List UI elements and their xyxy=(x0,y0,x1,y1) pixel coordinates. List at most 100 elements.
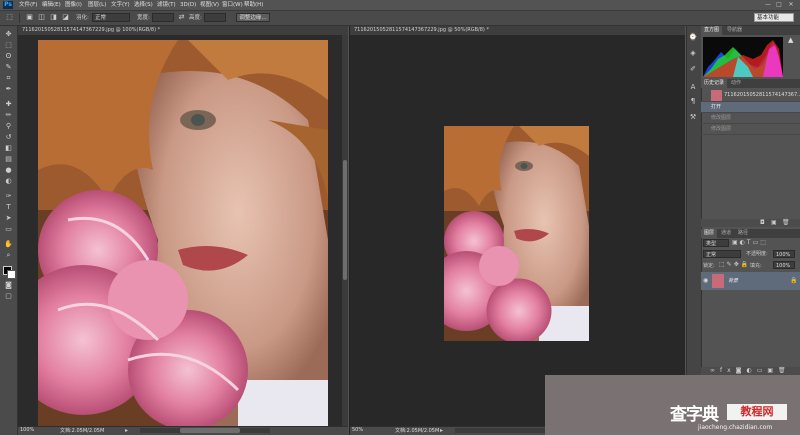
clone-stamp-tool-icon[interactable]: ⚲ xyxy=(3,122,14,131)
intersect-selection-icon[interactable]: ◪ xyxy=(60,13,71,22)
document-tab-2[interactable]: 71162015052811574147367229.jpg @ 50%(RGB… xyxy=(350,26,685,35)
menu-image[interactable]: 图像(I) xyxy=(65,1,82,9)
menu-3d[interactable]: 3D(D) xyxy=(180,1,196,9)
layer-kind-filter[interactable]: 类型 xyxy=(703,239,729,247)
history-snapshot-thumb xyxy=(711,90,722,101)
move-tool-icon[interactable]: ✥ xyxy=(3,30,14,39)
paragraph-panel-icon[interactable]: ¶ xyxy=(688,96,698,106)
close-button[interactable]: ✕ xyxy=(787,1,795,8)
history-panel-icon[interactable]: ⌚ xyxy=(688,32,698,42)
tab-channels[interactable]: 通道 xyxy=(718,229,734,238)
history-item-2-label: 修改图层 xyxy=(711,115,732,121)
history-item-3-label: 修改图层 xyxy=(711,126,732,132)
color-panel-icon[interactable]: ◈ xyxy=(688,48,698,58)
width-label: 宽度: xyxy=(137,15,150,21)
pen-tool-icon[interactable]: ✑ xyxy=(3,192,14,201)
watermark-title: 查字典 xyxy=(670,405,719,425)
status-arrow-icon[interactable]: ▸ xyxy=(125,427,135,434)
zoom-level-1[interactable]: 100% xyxy=(20,427,34,433)
menu-filter[interactable]: 滤镜(T) xyxy=(157,1,176,9)
new-document-icon[interactable]: ▣ xyxy=(771,219,777,226)
fill-input[interactable]: 100% xyxy=(773,261,795,269)
photo-small xyxy=(444,126,589,341)
menu-file[interactable]: 文件(F) xyxy=(19,1,37,9)
lock-icons[interactable]: ⬚✎✥🔒 xyxy=(719,261,750,268)
vertical-scrollbar-thumb-1[interactable] xyxy=(343,160,347,280)
background-color-swatch[interactable] xyxy=(7,270,16,279)
new-selection-icon[interactable]: ▣ xyxy=(24,13,35,22)
feather-label: 羽化: xyxy=(76,15,89,21)
height-input[interactable] xyxy=(204,13,226,22)
refine-edge-button[interactable]: 调整边缘... xyxy=(236,13,270,22)
layer-visibility-eye-icon[interactable]: ◉ xyxy=(703,277,708,284)
opacity-input[interactable]: 100% xyxy=(773,250,795,258)
layers-footer-icons[interactable]: ∞fx◙◐▭▣🗑 xyxy=(710,367,791,374)
menu-window[interactable]: 窗口(W) xyxy=(222,1,243,9)
zoom-tool-icon[interactable]: ⌕ xyxy=(3,251,14,260)
tab-histogram[interactable]: 直方图 xyxy=(701,26,723,35)
screen-mode-icon[interactable]: ▢ xyxy=(3,292,14,301)
lock-label: 锁定: xyxy=(703,263,715,269)
quick-select-tool-icon[interactable]: ✎ xyxy=(3,63,14,72)
menu-help[interactable]: 帮助(H) xyxy=(244,1,263,9)
healing-tool-icon[interactable]: ✚ xyxy=(3,100,14,109)
blur-tool-icon[interactable]: ● xyxy=(3,166,14,175)
layer-filter-icons[interactable]: ▣◐T▭⬚ xyxy=(732,239,768,246)
menu-select[interactable]: 选择(S) xyxy=(134,1,153,9)
portrait-image-small xyxy=(444,126,589,341)
horizontal-scrollbar-2[interactable] xyxy=(455,428,545,433)
brush-panel-icon[interactable]: ✐ xyxy=(688,64,698,74)
eraser-tool-icon[interactable]: ◧ xyxy=(3,144,14,153)
history-item-open-label: 打开 xyxy=(711,104,722,110)
delete-state-icon[interactable]: 🗑 xyxy=(782,219,790,226)
brush-tool-icon[interactable]: ✏ xyxy=(3,111,14,120)
document-tab-1[interactable]: 71162015052811574147367229.jpg @ 100%(RG… xyxy=(18,26,348,35)
tab-history[interactable]: 历史记录 xyxy=(701,79,728,88)
tab-navigator[interactable]: 导航器 xyxy=(724,26,745,35)
minimize-button[interactable]: — xyxy=(764,1,772,8)
marquee-tool-preset-icon[interactable]: ⬚ xyxy=(4,13,15,22)
crop-tool-icon[interactable]: ⌗ xyxy=(3,74,14,83)
quick-mask-icon[interactable]: ◙ xyxy=(3,281,14,290)
watermark-url: jiaocheng.chazidian.com xyxy=(698,424,773,431)
layer-name[interactable]: 背景 xyxy=(728,272,738,290)
maximize-button[interactable]: □ xyxy=(775,1,783,8)
shape-tool-icon[interactable]: ▭ xyxy=(3,225,14,234)
history-snapshot-label: 71162015052811574147367... xyxy=(724,92,800,98)
layer-thumbnail xyxy=(712,274,724,288)
hand-tool-icon[interactable]: ✋ xyxy=(3,240,14,249)
menu-type[interactable]: 文字(Y) xyxy=(111,1,130,9)
lasso-tool-icon[interactable]: ʘ xyxy=(3,52,14,61)
tab-paths[interactable]: 路径 xyxy=(735,229,751,238)
tools-preset-icon[interactable]: ⚒ xyxy=(688,112,698,122)
zoom-level-2[interactable]: 50% xyxy=(352,427,363,433)
character-panel-icon[interactable]: A xyxy=(688,82,698,92)
path-select-tool-icon[interactable]: ➤ xyxy=(3,214,14,223)
history-brush-tool-icon[interactable]: ↺ xyxy=(3,133,14,142)
tab-actions[interactable]: 动作 xyxy=(728,79,744,88)
photoshop-logo: Ps xyxy=(3,1,13,9)
gradient-tool-icon[interactable]: ▤ xyxy=(3,155,14,164)
horizontal-scrollbar-thumb-1[interactable] xyxy=(180,428,240,433)
marquee-tool-icon[interactable]: ⬚ xyxy=(3,41,14,50)
status-arrow-icon-2[interactable]: ▸ xyxy=(440,427,450,434)
menu-layer[interactable]: 图层(L) xyxy=(88,1,106,9)
doc-size-2: 文档:2.05M/2.05M xyxy=(395,428,440,434)
new-snapshot-icon[interactable]: ◘ xyxy=(760,219,765,226)
tab-layers[interactable]: 图层 xyxy=(701,229,718,238)
menu-view[interactable]: 视图(V) xyxy=(200,1,219,9)
workspace-select[interactable]: 基本功能 xyxy=(754,13,794,22)
swap-icon[interactable]: ⇄ xyxy=(176,13,187,22)
watermark-subtitle: 教程网 xyxy=(727,404,787,420)
type-tool-icon[interactable]: T xyxy=(3,203,14,212)
width-input[interactable] xyxy=(152,13,174,22)
subtract-selection-icon[interactable]: ◨ xyxy=(48,13,59,22)
style-select[interactable]: 正常 xyxy=(92,13,130,22)
eyedropper-tool-icon[interactable]: ✒ xyxy=(3,85,14,94)
photo-large xyxy=(38,40,328,426)
add-selection-icon[interactable]: ◫ xyxy=(36,13,47,22)
menu-edit[interactable]: 编辑(E) xyxy=(42,1,61,9)
dodge-tool-icon[interactable]: ◐ xyxy=(3,177,14,186)
histogram-warning-icon[interactable]: ▲ xyxy=(788,36,793,44)
blend-mode-select[interactable]: 正常 xyxy=(703,250,741,258)
